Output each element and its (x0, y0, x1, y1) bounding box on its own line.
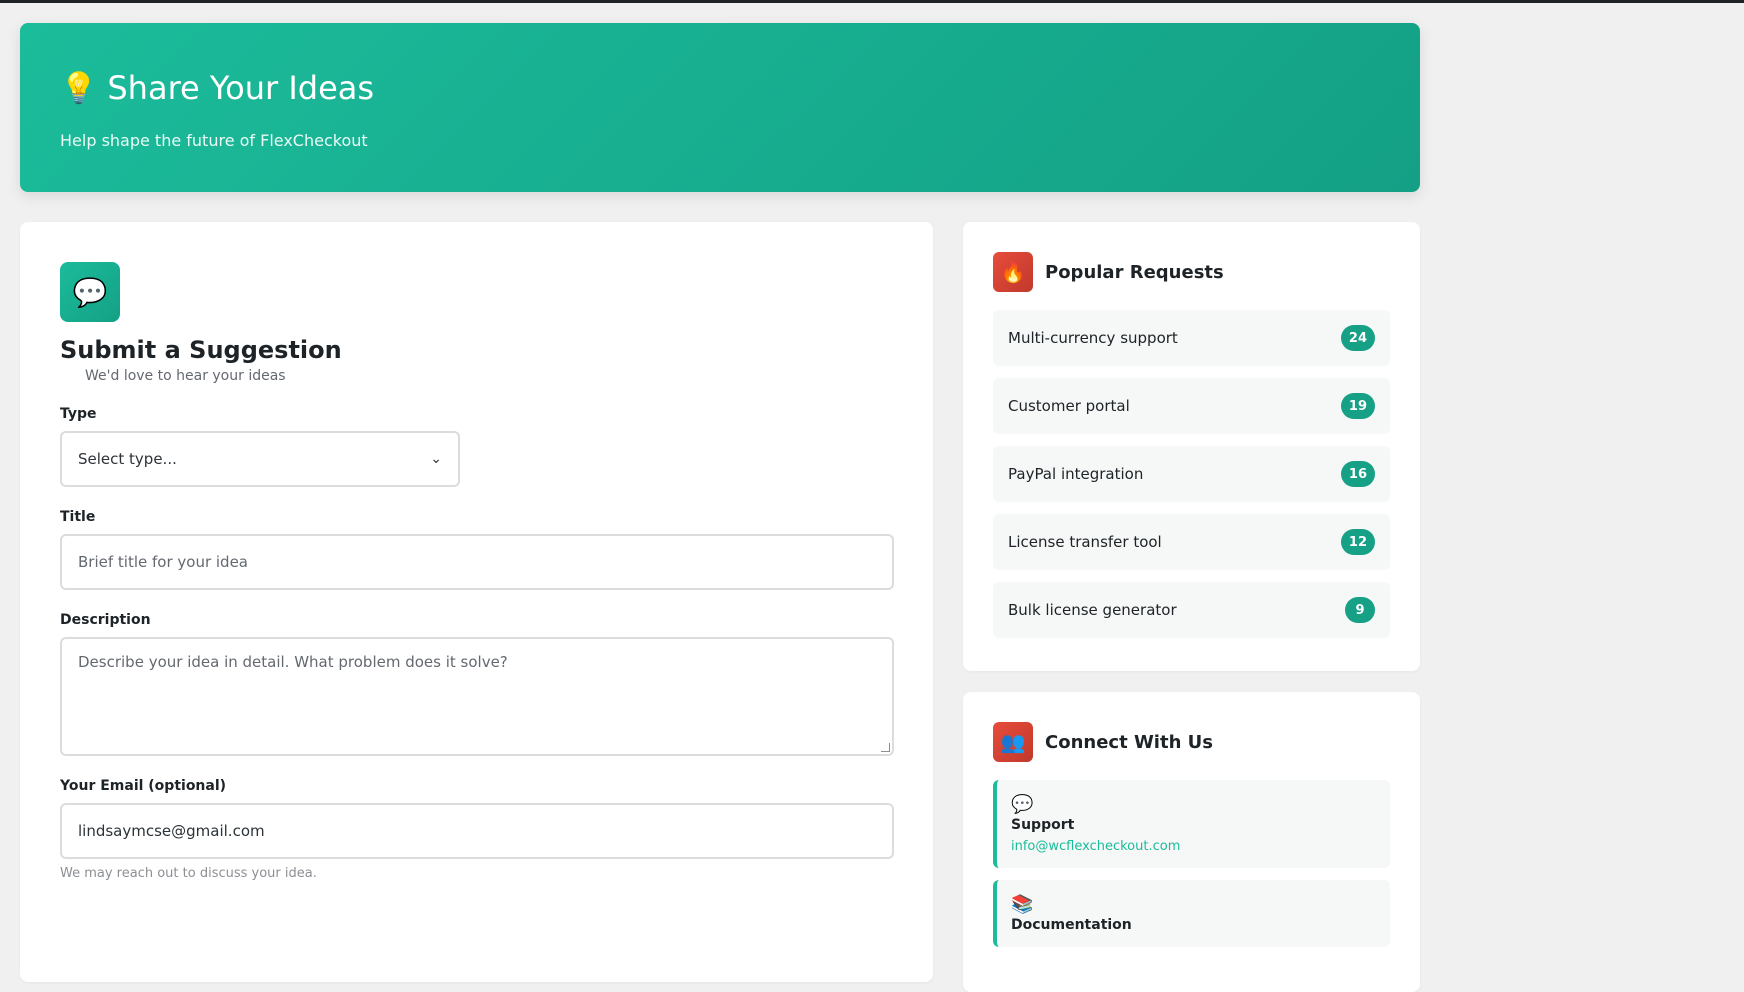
request-item: License transfer tool 12 (993, 514, 1390, 570)
description-textarea[interactable]: Describe your idea in detail. What probl… (60, 637, 894, 756)
type-select-value: Select type... (78, 450, 177, 468)
vote-count-badge: 12 (1340, 529, 1375, 555)
chevron-down-icon: ⌄ (430, 451, 442, 467)
connect-title: Connect With Us (1045, 731, 1213, 753)
title-label: Title (60, 509, 96, 525)
request-label: Bulk license generator (1008, 601, 1177, 619)
type-select[interactable]: Select type... ⌄ (60, 431, 460, 487)
description-label: Description (60, 612, 151, 628)
page: 💡 Share Your Ideas Help shape the future… (20, 23, 1420, 992)
hero-banner: 💡 Share Your Ideas Help shape the future… (20, 23, 1420, 192)
books-icon: 📚 (1011, 894, 1034, 915)
email-help-text: We may reach out to discuss your idea. (60, 866, 317, 881)
people-icon: 👥 (993, 722, 1033, 762)
vote-count-badge: 16 (1340, 461, 1375, 487)
title-input[interactable]: Brief title for your idea (60, 534, 894, 590)
speech-bubble-icon: 💬 (60, 262, 120, 322)
email-value: lindsaymcse@gmail.com (78, 822, 265, 840)
request-label: PayPal integration (1008, 465, 1144, 483)
contact-name: Support (1011, 817, 1075, 833)
email-field[interactable]: lindsaymcse@gmail.com (60, 803, 894, 859)
email-label: Your Email (optional) (60, 778, 227, 794)
contact-name[interactable]: Documentation (1011, 917, 1376, 933)
request-item: Customer portal 19 (993, 378, 1390, 434)
popular-requests-header: 🔥 Popular Requests (993, 252, 1390, 292)
fire-icon: 🔥 (993, 252, 1033, 292)
admin-top-bar (0, 0, 1744, 3)
request-label: Customer portal (1008, 397, 1130, 415)
lightbulb-icon: 💡 (60, 70, 98, 106)
speech-bubble-icon: 💬 (1011, 794, 1034, 815)
contact-item-documentation: 📚 Documentation (993, 880, 1390, 947)
suggestion-form-card: 💬 Submit a Suggestion We'd love to hear … (20, 222, 933, 982)
request-item: Bulk license generator 9 (993, 582, 1390, 638)
popular-requests-card: 🔥 Popular Requests Multi-currency suppor… (963, 222, 1420, 671)
connect-card: 👥 Connect With Us 💬 Support info@wcflexc… (963, 692, 1420, 992)
popular-requests-title: Popular Requests (1045, 261, 1224, 283)
support-email-link[interactable]: info@wcflexcheckout.com (1011, 839, 1376, 854)
contact-item-support: 💬 Support info@wcflexcheckout.com (993, 780, 1390, 868)
request-label: License transfer tool (1008, 533, 1162, 551)
page-subtitle: Help shape the future of FlexCheckout (60, 131, 368, 150)
type-label: Type (60, 406, 97, 422)
request-label: Multi-currency support (1008, 329, 1178, 347)
form-subheading: We'd love to hear your ideas (85, 368, 286, 384)
request-item: PayPal integration 16 (993, 446, 1390, 502)
request-item: Multi-currency support 24 (993, 310, 1390, 366)
description-placeholder: Describe your idea in detail. What probl… (78, 653, 508, 671)
vote-count-badge: 24 (1340, 325, 1375, 351)
title-placeholder: Brief title for your idea (78, 553, 248, 571)
page-title-text: Share Your Ideas (107, 69, 375, 107)
connect-header: 👥 Connect With Us (993, 722, 1390, 762)
vote-count-badge: 9 (1345, 597, 1375, 623)
page-title: 💡 Share Your Ideas (60, 69, 374, 107)
vote-count-badge: 19 (1340, 393, 1375, 419)
resize-handle-icon[interactable] (881, 743, 890, 752)
form-heading: Submit a Suggestion (60, 336, 342, 364)
